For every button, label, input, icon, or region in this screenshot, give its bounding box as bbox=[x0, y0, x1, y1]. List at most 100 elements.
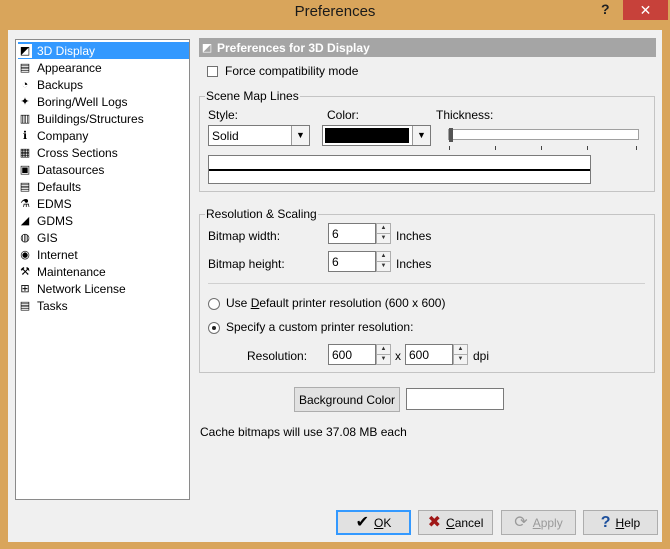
cancel-button[interactable]: ✖ Cancel bbox=[418, 510, 493, 535]
spin-down-icon[interactable]: ▼ bbox=[376, 233, 391, 244]
custom-printer-radio[interactable] bbox=[208, 322, 220, 334]
bitmap-width-label: Bitmap width: bbox=[208, 229, 281, 243]
sidebar-item-cross-sections[interactable]: ▦ Cross Sections bbox=[18, 144, 189, 161]
resolution-y-input[interactable]: 600 bbox=[405, 344, 453, 365]
bitmap-width-input[interactable]: 6 bbox=[328, 223, 376, 244]
panel-header: ◩ Preferences for 3D Display bbox=[199, 38, 656, 57]
chevron-down-icon[interactable]: ▼ bbox=[412, 126, 430, 145]
cancel-button-label: Cancel bbox=[446, 516, 483, 530]
sidebar-item-label: Buildings/Structures bbox=[37, 111, 144, 126]
sidebar-item-label: GDMS bbox=[37, 213, 73, 228]
dialog-client: ◩ 3D Display ▤ Appearance ◔ Backups ✦ Boring/We… bbox=[8, 30, 662, 542]
sidebar-item-internet[interactable]: ◉ Internet bbox=[18, 246, 189, 263]
sidebar-item-tasks[interactable]: ▤ Tasks bbox=[18, 297, 189, 314]
preferences-category-list[interactable]: ◩ 3D Display ▤ Appearance ◔ Backups ✦ Boring/We… bbox=[15, 39, 190, 500]
custom-printer-label: Specify a custom printer resolution: bbox=[226, 320, 414, 334]
sidebar-item-label: Internet bbox=[37, 247, 78, 262]
thickness-slider[interactable] bbox=[448, 128, 639, 142]
gis-icon: ◍ bbox=[20, 231, 30, 244]
help-accel: H bbox=[615, 515, 625, 530]
resolution-x-value: 600 bbox=[332, 348, 353, 362]
color-select[interactable]: ▼ bbox=[322, 125, 431, 146]
sidebar-item-label: Backups bbox=[37, 77, 84, 92]
sidebar-item-label: Defaults bbox=[37, 179, 82, 194]
scene-map-lines-title: Scene Map Lines bbox=[205, 89, 300, 103]
apply-button[interactable]: ⟳ Apply bbox=[501, 510, 576, 535]
thickness-slider-thumb[interactable] bbox=[449, 128, 453, 142]
gdms-icon: ◢ bbox=[20, 214, 30, 227]
thickness-tick bbox=[449, 146, 450, 150]
sidebar-item-label: EDMS bbox=[37, 196, 72, 211]
tasks-icon: ▤ bbox=[19, 299, 31, 312]
spin-down-icon[interactable]: ▼ bbox=[453, 354, 468, 365]
3d-display-icon: ◩ bbox=[18, 43, 32, 58]
sidebar-item-buildings-structures[interactable]: ▥ Buildings/Structures bbox=[18, 110, 189, 127]
sidebar-item-3d-display[interactable]: ◩ 3D Display bbox=[18, 42, 189, 59]
sidebar-item-edms[interactable]: ⚗ EDMS bbox=[18, 195, 189, 212]
edms-icon: ⚗ bbox=[20, 197, 30, 210]
company-icon: ℹ bbox=[22, 129, 28, 142]
sidebar-item-defaults[interactable]: ▤ Defaults bbox=[18, 178, 189, 195]
apply-rest: pply bbox=[540, 515, 563, 530]
backups-icon: ◔ bbox=[21, 78, 29, 91]
bitmap-width-spinner[interactable]: ▲ ▼ bbox=[376, 223, 391, 244]
resolution-unit: dpi bbox=[473, 349, 490, 363]
checkmark-icon: ✔ bbox=[355, 513, 370, 531]
style-label: Style: bbox=[208, 108, 239, 122]
spin-down-icon[interactable]: ▼ bbox=[376, 354, 391, 365]
bitmap-height-spinner[interactable]: ▲ ▼ bbox=[376, 251, 391, 272]
help-icon[interactable]: ? bbox=[601, 1, 610, 17]
close-button[interactable]: ✕ bbox=[623, 0, 668, 20]
sidebar-item-label: GIS bbox=[37, 230, 58, 245]
defaults-icon: ▤ bbox=[19, 180, 31, 193]
background-color-swatch[interactable] bbox=[406, 388, 504, 410]
sidebar-item-network-license[interactable]: ⊞ Network License bbox=[18, 280, 189, 297]
sidebar-item-gis[interactable]: ◍ GIS bbox=[18, 229, 189, 246]
resolution-x-spinner[interactable]: ▲ ▼ bbox=[376, 344, 391, 365]
force-compat-label: Force compatibility mode bbox=[225, 64, 359, 78]
buildings-icon: ▥ bbox=[19, 112, 31, 125]
bitmap-width-unit: Inches bbox=[396, 229, 432, 243]
line-preview-stroke bbox=[209, 169, 590, 171]
sidebar-item-company[interactable]: ℹ Company bbox=[18, 127, 189, 144]
sidebar-item-backups[interactable]: ◔ Backups bbox=[18, 76, 189, 93]
sidebar-item-label: Datasources bbox=[37, 162, 105, 177]
sidebar-item-maintenance[interactable]: ⚒ Maintenance bbox=[18, 263, 189, 280]
sidebar-item-appearance[interactable]: ▤ Appearance bbox=[18, 59, 189, 76]
sidebar-item-gdms[interactable]: ◢ GDMS bbox=[18, 212, 189, 229]
bitmap-width-value: 6 bbox=[332, 227, 339, 241]
resolution-x-input[interactable]: 600 bbox=[328, 344, 376, 365]
ok-accel: O bbox=[374, 515, 384, 530]
ok-button[interactable]: ✔ OK bbox=[336, 510, 411, 535]
maintenance-icon: ⚒ bbox=[20, 265, 30, 278]
style-select[interactable]: Solid ▼ bbox=[208, 125, 310, 146]
spin-down-icon[interactable]: ▼ bbox=[376, 261, 391, 272]
bitmap-height-label: Bitmap height: bbox=[208, 257, 285, 271]
sidebar-item-datasources[interactable]: ▣ Datasources bbox=[18, 161, 189, 178]
resolution-y-spinner[interactable]: ▲ ▼ bbox=[453, 344, 468, 365]
thickness-tick bbox=[587, 146, 588, 150]
help-question-icon: ? bbox=[600, 513, 611, 531]
resolution-label: Resolution: bbox=[247, 349, 308, 363]
help-rest: elp bbox=[624, 515, 641, 530]
background-color-button[interactable]: Background Color bbox=[294, 387, 400, 412]
thickness-label: Thickness: bbox=[436, 108, 494, 122]
thickness-tick bbox=[495, 146, 496, 150]
ok-rest: K bbox=[383, 515, 392, 530]
chevron-down-icon[interactable]: ▼ bbox=[291, 126, 309, 145]
line-preview bbox=[208, 155, 591, 184]
sidebar-item-label: Company bbox=[37, 128, 89, 143]
datasources-icon: ▣ bbox=[19, 163, 31, 176]
bitmap-height-unit: Inches bbox=[396, 257, 432, 271]
sidebar-item-boring-well-logs[interactable]: ✦ Boring/Well Logs bbox=[18, 93, 189, 110]
resolution-times: x bbox=[395, 349, 401, 363]
bitmap-height-input[interactable]: 6 bbox=[328, 251, 376, 272]
sidebar-item-label: 3D Display bbox=[35, 43, 98, 58]
default-printer-radio[interactable] bbox=[208, 298, 220, 310]
force-compat-checkbox[interactable] bbox=[207, 66, 218, 77]
color-label: Color: bbox=[327, 108, 360, 122]
cache-info-text: Cache bitmaps will use 37.08 MB each bbox=[200, 425, 407, 439]
preferences-window: Preferences ? ✕ ◩ 3D Display ▤ Appearance ◔ B… bbox=[0, 0, 670, 549]
radio-selected-dot bbox=[212, 326, 216, 330]
help-button[interactable]: ? Help bbox=[583, 510, 658, 535]
